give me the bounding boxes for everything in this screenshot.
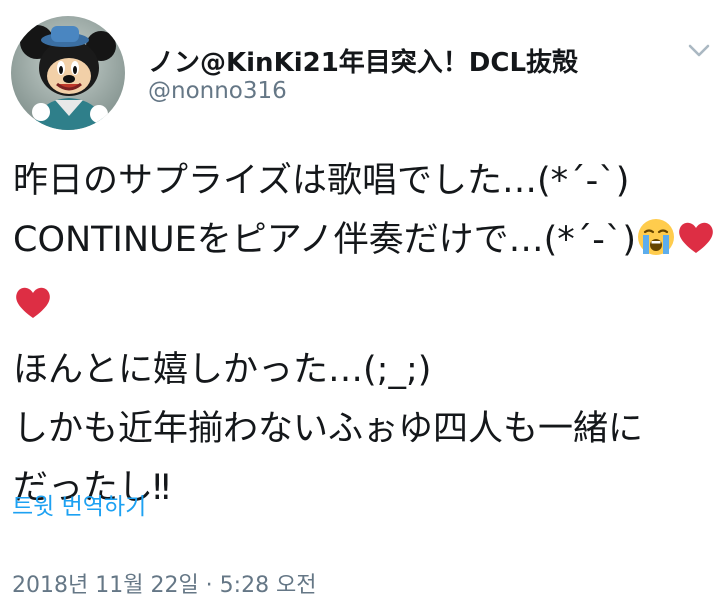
tweet-line: ほんとに嬉しかった…(;_;) <box>13 350 432 390</box>
user-handle[interactable]: @nonno316 <box>148 78 287 104</box>
translate-tweet-link[interactable]: 트윗 번역하기 <box>12 487 146 521</box>
loudly-crying-face-icon <box>636 217 676 276</box>
tweet-text: 昨日のサプライズは歌唱でした…(*´-`) CONTINUEをピアノ伴奏だけで…… <box>13 152 713 518</box>
chevron-down-icon[interactable] <box>683 34 715 66</box>
red-heart-icon <box>676 217 716 276</box>
tweet-line <box>13 276 713 341</box>
red-heart-icon <box>13 282 53 341</box>
avatar[interactable] <box>11 16 125 130</box>
tweet-line: しかも近年揃わないふぉゆ四人も一緒に <box>13 409 644 449</box>
tweet-line: CONTINUEをピアノ伴奏だけで…(*´-`) <box>13 211 713 276</box>
user-name-row[interactable]: ノン@KinKi21年目突入！DCL抜殻 <box>148 42 578 79</box>
tweet-timestamp[interactable]: 2018년 11월 22일 · 5:28 오전 <box>12 567 317 599</box>
tweet-line: 昨日のサプライズは歌唱でした…(*´-`) <box>13 161 630 201</box>
tweet-card: ノン@KinKi21年目突入！DCL抜殻 @nonno316 昨日のサプライズは… <box>0 0 720 602</box>
display-name[interactable]: ノン@KinKi21年目突入！DCL抜殻 <box>148 42 578 79</box>
